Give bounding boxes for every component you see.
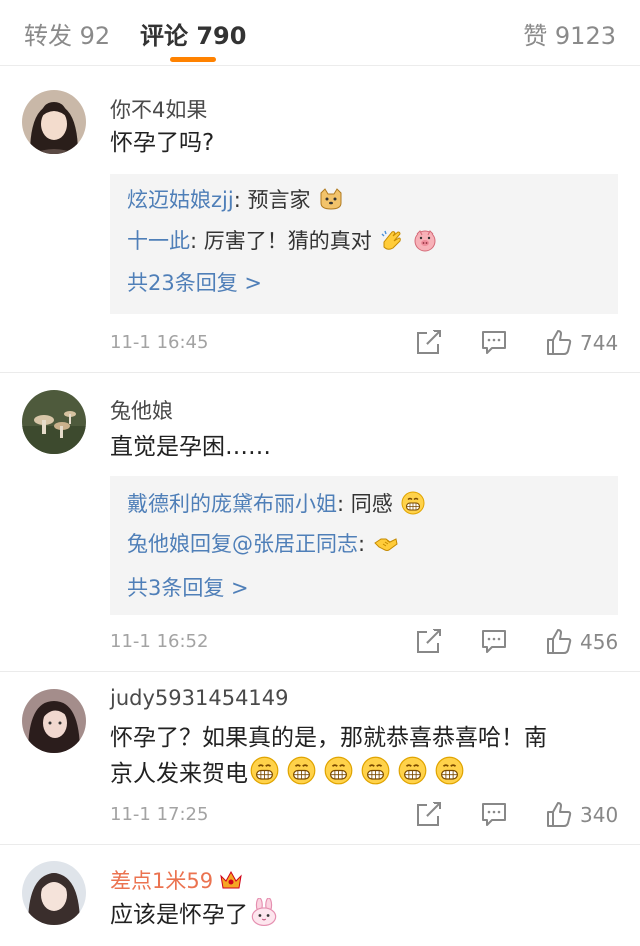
grin-emoji [287,756,316,785]
like-count: 340 [580,803,619,827]
more-replies-link[interactable]: 共23条回复 > [127,267,262,297]
comment-text-part: 京人发来贺电 [110,761,248,787]
share-icon[interactable] [415,328,443,356]
comment-item: 你不4如果 怀孕了吗? 炫迈姑娘zjj: 预言家 十一此: 厉害了！猜的真对 共… [0,68,640,374]
more-replies-link[interactable]: 共3条回复 > [127,572,249,602]
comment-item: judy5931454149 怀孕了？如果真的是，那就恭喜恭喜哈！南 京人发来贺… [0,672,640,844]
clapping-hands-emoji [381,230,402,250]
reply-text: : 预言家 [233,188,311,212]
reply-line: 十一此: 厉害了！猜的真对 [127,225,437,255]
comment-text: 直觉是孕困…… [110,434,271,460]
comment-time: 11-1 16:52 [110,631,209,652]
like-icon[interactable] [545,328,573,356]
grin-emoji [398,756,427,785]
share-icon[interactable] [415,800,443,828]
comment-time: 11-1 16:45 [110,332,209,353]
tab-repost[interactable]: 转发 92 [24,16,110,51]
reply-author[interactable]: 炫迈姑娘zjj [127,188,234,212]
reply-line: 炫迈姑娘zjj: 预言家 [127,184,343,214]
handshake-emoji [373,538,398,551]
grin-emoji [250,756,279,785]
comment-item: 差点1米59 应该是怀孕了 [0,845,640,946]
reply-icon[interactable] [480,627,508,655]
grin-emoji [324,756,353,785]
comment-text: 怀孕了吗? [110,130,215,156]
pig-emoji [414,230,436,252]
tab-like[interactable]: 赞 9123 [523,16,616,51]
avatar[interactable] [22,689,86,753]
reply-icon[interactable] [480,328,508,356]
reply-icon[interactable] [480,800,508,828]
comment-text-line: 怀孕了？如果真的是，那就恭喜恭喜哈！南 [110,725,547,751]
doge-emoji [320,188,342,210]
reply-author[interactable]: 戴德利的庞黛布丽小姐 [127,492,337,516]
comment-text-part: 应该是怀孕了 [110,902,248,928]
grin-emoji [361,756,390,785]
comment-username[interactable]: 兔他娘 [110,395,173,425]
bunny-emoji [251,898,277,926]
grin-emoji [401,491,426,515]
comment-meta: 11-1 16:45 744 [110,328,620,360]
crown-icon [220,870,242,889]
reply-author[interactable]: 兔他娘回复@张居正同志 [127,532,358,556]
like-count: 456 [580,630,619,654]
reply-line: 戴德利的庞黛布丽小姐: 同感 [127,488,426,518]
comment-text: 怀孕了？如果真的是，那就恭喜恭喜哈！南 京人发来贺电 [110,721,620,792]
like-icon[interactable] [545,627,573,655]
comment-text-line: 京人发来贺电 [110,756,620,792]
like-count: 744 [580,331,619,355]
avatar[interactable] [22,390,86,454]
like-icon[interactable] [545,800,573,828]
avatar[interactable] [22,861,86,925]
comment-username[interactable]: 差点1米59 [110,865,243,895]
comment-username[interactable]: judy5931454149 [110,686,289,710]
avatar[interactable] [22,90,86,154]
grin-emoji [435,756,464,785]
comment-username[interactable]: 你不4如果 [110,94,207,124]
comment-time: 11-1 17:25 [110,804,209,825]
reply-author[interactable]: 十一此 [127,229,190,253]
reply-line: 兔他娘回复@张居正同志: [127,528,398,558]
comment-tab-bar: 转发 92 评论 790 赞 9123 [0,0,640,66]
comment-item: 兔他娘 直觉是孕困…… 戴德利的庞黛布丽小姐: 同感 兔他娘回复@张居正同志: … [0,373,640,671]
reply-text: : 厉害了！猜的真对 [190,229,372,253]
reply-box[interactable]: 炫迈姑娘zjj: 预言家 十一此: 厉害了！猜的真对 共23条回复 > [110,174,618,314]
share-icon[interactable] [415,627,443,655]
comment-meta: 11-1 17:25 340 [110,800,620,832]
reply-box[interactable]: 戴德利的庞黛布丽小姐: 同感 兔他娘回复@张居正同志: 共3条回复 > [110,476,618,615]
reply-text: : 同感 [337,492,393,516]
active-tab-indicator [170,57,216,62]
comment-text: 应该是怀孕了 [110,898,620,933]
username-text: 差点1米59 [110,869,214,893]
reply-text: : [358,532,366,556]
comment-meta: 11-1 16:52 456 [110,627,620,659]
